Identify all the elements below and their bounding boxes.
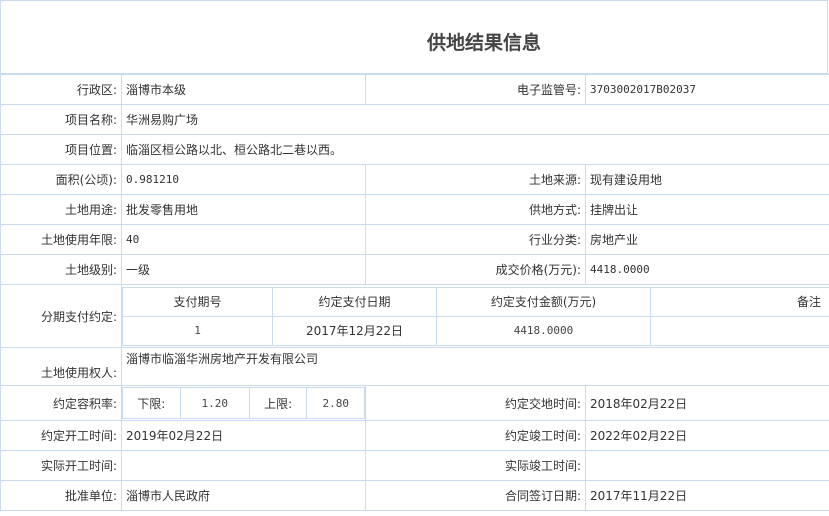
approval-unit-label: 批准单位: — [0, 480, 122, 511]
supply-method-value: 挂牌出让 — [585, 194, 829, 225]
planned-completion-value: 2022年02月22日 — [585, 420, 829, 451]
actual-start-label: 实际开工时间: — [0, 450, 122, 481]
supervision-label: 电子监管号: — [365, 74, 586, 105]
row-actual-start: 实际开工时间: 实际竣工时间: — [0, 450, 829, 481]
use-years-value: 40 — [121, 224, 366, 255]
row-land-use: 土地用途: 批发零售用地 供地方式: 挂牌出让 — [0, 194, 829, 225]
row-land-grade: 土地级别: 一级 成交价格(万元): 4418.0000 — [0, 254, 829, 285]
land-user-label: 土地使用权人: — [0, 347, 122, 386]
project-name-value: 华洲易购广场 — [121, 104, 829, 135]
page-title: 供地结果信息 — [426, 32, 541, 54]
land-use-label: 土地用途: — [0, 194, 122, 225]
installment-date: 2017年12月22日 — [272, 315, 437, 346]
contract-date-label: 合同签订日期: — [365, 480, 586, 511]
far-upper-value: 2.80 — [306, 387, 365, 419]
district-label: 行政区: — [0, 74, 122, 105]
project-location-label: 项目位置: — [0, 134, 122, 165]
actual-start-value — [121, 450, 366, 481]
approval-unit-value: 淄博市人民政府 — [121, 480, 366, 511]
supply-method-label: 供地方式: — [365, 194, 586, 225]
area-label: 面积(公顷): — [0, 164, 122, 195]
far-lower-value: 1.20 — [179, 387, 250, 419]
row-district: 行政区: 淄博市本级 电子监管号: 3703002017B02037 — [0, 74, 829, 105]
project-name-label: 项目名称: — [0, 104, 122, 135]
land-info-table: 行政区: 淄博市本级 电子监管号: 3703002017B02037 项目名称:… — [0, 74, 829, 511]
far-label: 约定容积率: — [0, 385, 122, 421]
planned-completion-label: 约定竣工时间: — [365, 420, 586, 451]
row-planned-start: 约定开工时间: 2019年02月22日 约定竣工时间: 2022年02月22日 — [0, 420, 829, 451]
installment-remark — [650, 315, 829, 346]
industry-value: 房地产业 — [585, 224, 829, 255]
installment-period: 1 — [122, 315, 273, 346]
actual-completion-label: 实际竣工时间: — [365, 450, 586, 481]
land-grade-label: 土地级别: — [0, 254, 122, 285]
installment-label: 分期支付约定: — [0, 284, 122, 348]
row-land-user: 土地使用权人: 淄博市临淄华洲房地产开发有限公司 — [0, 347, 829, 386]
use-years-label: 土地使用年限: — [0, 224, 122, 255]
land-use-value: 批发零售用地 — [121, 194, 366, 225]
row-project-name: 项目名称: 华洲易购广场 — [0, 104, 829, 135]
district-value: 淄博市本级 — [121, 74, 366, 105]
land-supply-result-page: 供地结果信息 行政区: 淄博市本级 电子监管号: 3703002017B0203… — [0, 0, 829, 516]
row-project-location: 项目位置: 临淄区桓公路以北、桓公路北二巷以西。 — [0, 134, 829, 165]
land-source-value: 现有建设用地 — [585, 164, 829, 195]
row-far: 约定容积率: 下限: 1.20 上限: 2.80 约定交地时间: 2018年02… — [0, 385, 829, 421]
price-label: 成交价格(万元): — [365, 254, 586, 285]
area-value: 0.981210 — [121, 164, 366, 195]
installment-header-row: 支付期号 约定支付日期 约定支付金额(万元) 备注 — [122, 286, 829, 317]
price-value: 4418.0000 — [585, 254, 829, 285]
far-upper-label: 上限: — [248, 387, 308, 419]
planned-start-value: 2019年02月22日 — [121, 420, 366, 451]
row-use-years: 土地使用年限: 40 行业分类: 房地产业 — [0, 224, 829, 255]
actual-completion-value — [585, 450, 829, 481]
installment-header-amount: 约定支付金额(万元) — [436, 286, 651, 317]
land-grade-value: 一级 — [121, 254, 366, 285]
supervision-value: 3703002017B02037 — [585, 74, 829, 105]
installment-header-period: 支付期号 — [122, 286, 273, 317]
installment-row: 1 2017年12月22日 4418.0000 — [122, 315, 829, 346]
contract-date-value: 2017年11月22日 — [585, 480, 829, 511]
land-user-value: 淄博市临淄华洲房地产开发有限公司 — [121, 347, 829, 386]
delivery-time-value: 2018年02月22日 — [585, 385, 829, 421]
project-location-value: 临淄区桓公路以北、桓公路北二巷以西。 — [121, 134, 829, 165]
row-area: 面积(公顷): 0.981210 土地来源: 现有建设用地 — [0, 164, 829, 195]
row-installments: 分期支付约定: 支付期号 约定支付日期 约定支付金额(万元) 备注 1 2017… — [0, 284, 829, 348]
installment-cell: 支付期号 约定支付日期 约定支付金额(万元) 备注 1 2017年12月22日 … — [121, 284, 829, 348]
installment-table: 支付期号 约定支付日期 约定支付金额(万元) 备注 1 2017年12月22日 … — [122, 286, 829, 346]
far-cell: 下限: 1.20 上限: 2.80 — [121, 385, 366, 421]
title-bar: 供地结果信息 — [0, 0, 828, 74]
industry-label: 行业分类: — [365, 224, 586, 255]
far-table: 下限: 1.20 上限: 2.80 — [122, 387, 365, 419]
row-approval: 批准单位: 淄博市人民政府 合同签订日期: 2017年11月22日 — [0, 480, 829, 511]
installment-amount: 4418.0000 — [436, 315, 651, 346]
installment-header-remark: 备注 — [650, 286, 829, 317]
planned-start-label: 约定开工时间: — [0, 420, 122, 451]
far-lower-label: 下限: — [122, 387, 181, 419]
land-source-label: 土地来源: — [365, 164, 586, 195]
delivery-time-label: 约定交地时间: — [365, 385, 586, 421]
installment-header-date: 约定支付日期 — [272, 286, 437, 317]
